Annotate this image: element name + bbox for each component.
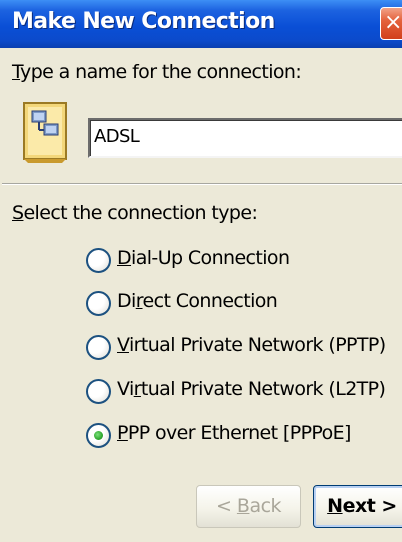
close-icon: × [384, 10, 402, 35]
connection-type-label: Select the connection type: [12, 202, 258, 224]
radio-button[interactable] [86, 291, 111, 316]
window-title: Make New Connection [12, 9, 275, 34]
radio-button-selected[interactable] [86, 423, 111, 448]
radio-button[interactable] [86, 335, 111, 360]
section-divider [2, 183, 402, 185]
radio-button[interactable] [86, 248, 111, 273]
radio-label: Direct Connection [117, 290, 278, 312]
connection-name-label: Type a name for the connection: [12, 61, 302, 83]
close-button[interactable]: × [380, 7, 402, 40]
connection-name-input[interactable]: ADSL [88, 118, 402, 158]
radio-label: Virtual Private Network (PPTP) [117, 334, 386, 356]
radio-label: PPP over Ethernet [PPPoE] [117, 422, 351, 444]
make-new-connection-dialog: Make New Connection × Type a name for th… [0, 0, 402, 542]
radio-label: Virtual Private Network (L2TP) [117, 378, 386, 400]
network-connection-icon [22, 101, 70, 165]
title-bar[interactable]: Make New Connection × [0, 0, 402, 48]
radio-label: Dial-Up Connection [117, 247, 290, 269]
radio-selected-dot [94, 431, 103, 440]
next-button[interactable]: Next > [313, 485, 402, 528]
radio-button[interactable] [86, 379, 111, 404]
back-button[interactable]: < Back [196, 485, 301, 528]
